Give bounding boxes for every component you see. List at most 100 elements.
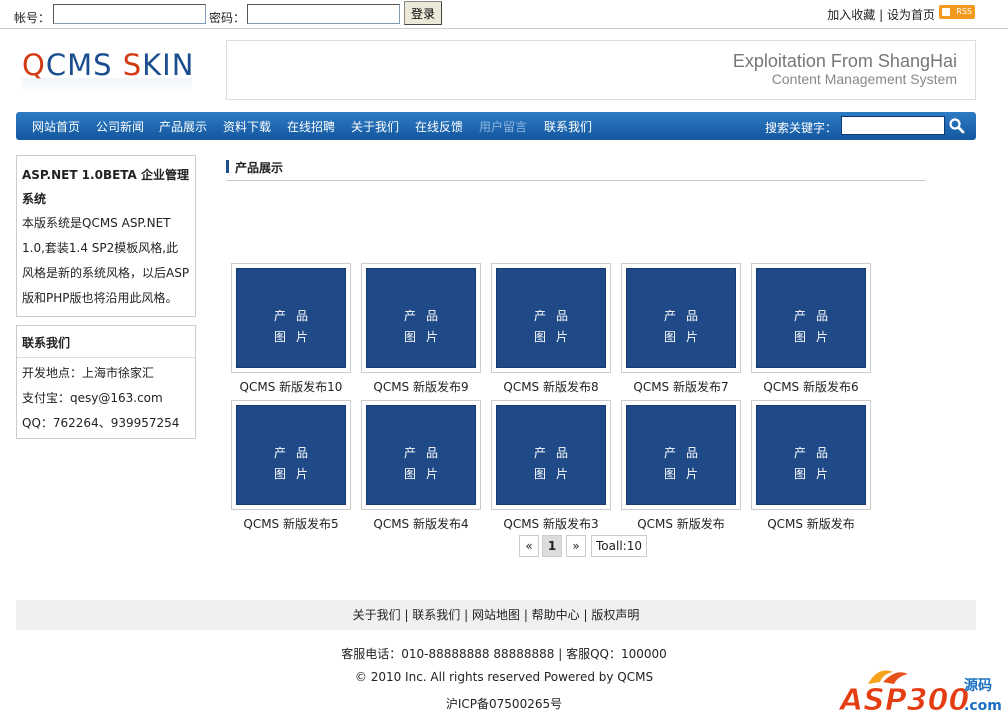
product-image-frame[interactable]: 产品 图片 [361,400,481,510]
product-name[interactable]: QCMS 新版发布6 [751,378,871,395]
product-image-text-1: 产品 [403,446,448,460]
product-image-text-2: 图片 [793,330,838,344]
top-login-bar: 帐号： 密码： 登录 加入收藏 | 设为首页 RSS [0,0,1008,29]
product-image[interactable]: 产品 图片 [626,268,736,368]
product-image-frame[interactable]: 产品 图片 [621,263,741,373]
pager-prev[interactable]: « [519,535,539,557]
product-image-text-1: 产品 [533,446,578,460]
product-image[interactable]: 产品 图片 [236,405,346,505]
logo-kin: KIN [142,48,195,82]
main-nav: 网站首页 公司新闻 产品展示 资料下载 在线招聘 关于我们 在线反馈 用户留言 … [16,112,976,140]
product-item[interactable]: 产品图片 QCMS 新版发布 [621,400,741,532]
product-image[interactable]: 产品 图片 [756,268,866,368]
nav-item-about[interactable]: 关于我们 [351,118,399,135]
banner-line-1: Exploitation From ShangHai [732,51,957,71]
svg-text:.com: .com [964,698,1002,714]
nav-item-products[interactable]: 产品展示 [159,118,207,135]
account-input[interactable] [53,4,206,24]
banner-line-2: Content Management System [771,71,957,87]
product-item[interactable]: 产品 图片 QCMS 新版发布4 [361,400,481,532]
product-image-text-1: 产品 [793,309,838,323]
product-image-frame[interactable]: 产品 图片 [231,263,351,373]
product-image-frame[interactable]: 产品 图片 [621,400,741,510]
intro-title: ASP.NET 1.0BETA 企业管理系统 [22,168,190,206]
product-name[interactable]: QCMS 新版发布9 [361,378,481,395]
product-item[interactable]: 产品 图片 QCMS 新版发布8 [491,263,611,395]
product-image[interactable]: 产品 图片 [756,405,866,505]
product-item[interactable]: 产品 图片 QCMS 新版发布 [751,400,871,532]
nav-item-feedback[interactable]: 在线反馈 [415,118,463,135]
product-image[interactable]: 产品 图片 [496,268,606,368]
title-marker [226,160,229,173]
intro-box: ASP.NET 1.0BETA 企业管理系统 本版系统是QCMS ASP.NET… [16,155,196,317]
product-name[interactable]: QCMS 新版发布 [621,515,741,532]
footer-link-about[interactable]: 关于我们 [353,608,401,622]
product-image-text-1: 产品 [273,309,318,323]
contact-alipay: 支付宝：qesy@163.com [22,391,163,405]
product-image-frame[interactable]: 产品 图片 [491,263,611,373]
product-image[interactable]: 产品 图片 [236,268,346,368]
nav-item-contact[interactable]: 联系我们 [544,118,592,135]
rss-icon[interactable]: RSS [939,5,975,19]
product-image-text-1: 产品 [663,309,708,323]
product-image-text-2: 图片 [273,330,318,344]
top-separator: | [879,8,884,22]
nav-item-news[interactable]: 公司新闻 [96,118,144,135]
footer-link-sitemap[interactable]: 网站地图 [472,608,520,622]
nav-item-downloads[interactable]: 资料下载 [223,118,271,135]
login-button[interactable]: 登录 [404,1,442,25]
product-image[interactable]: 产品 图片 [496,405,606,505]
product-image[interactable]: 产品 图片 [626,405,736,505]
search-icon[interactable] [948,117,966,135]
intro-text: 本版系统是QCMS ASP.NET 1.0,套装1.4 SP2模板风格,此风格是… [22,216,190,305]
product-item[interactable]: 产品图片 QCMS 新版发布10 [231,263,351,395]
product-image-text-2: 图片 [663,467,708,481]
product-name[interactable]: QCMS 新版发布8 [491,378,611,395]
footer-link-contact[interactable]: 联系我们 [412,608,460,622]
contact-address: 开发地点：上海市徐家汇 [22,366,155,380]
product-image-text-2: 图片 [403,330,448,344]
pager-next[interactable]: » [566,535,586,557]
site-logo[interactable]: QCMS SKIN [22,48,194,82]
product-name[interactable]: QCMS 新版发布 [751,515,871,532]
product-image[interactable]: 产品 图片 [366,405,476,505]
product-item[interactable]: 产品图片 QCMS 新版发布6 [751,263,871,395]
footer-link-copyright[interactable]: 版权声明 [591,608,639,622]
logo-reflection [22,78,192,92]
product-name[interactable]: QCMS 新版发布10 [231,378,351,395]
product-image-frame[interactable]: 产品 图片 [231,400,351,510]
nav-item-guestbook[interactable]: 用户留言 [479,118,527,135]
logo-q: Q [22,48,46,82]
product-image-frame[interactable]: 产品 图片 [361,263,481,373]
product-image-text-2: 图片 [663,330,708,344]
product-item[interactable]: 产品 图片 QCMS 新版发布5 [231,400,351,532]
product-name[interactable]: QCMS 新版发布7 [621,378,741,395]
product-item[interactable]: 产品 图片 QCMS 新版发布3 [491,400,611,532]
footer-link-help[interactable]: 帮助中心 [532,608,580,622]
product-image-text-1: 产品 [273,446,318,460]
product-image-frame[interactable]: 产品 图片 [751,263,871,373]
product-image-text-1: 产品 [533,309,578,323]
product-image-text-1: 产品 [663,446,708,460]
section-title: 产品展示 [226,158,926,181]
product-item[interactable]: 产品 图片 QCMS 新版发布9 [361,263,481,395]
product-image-frame[interactable]: 产品 图片 [751,400,871,510]
search-input[interactable] [841,116,945,135]
product-image-text-1: 产品 [793,446,838,460]
password-input[interactable] [247,4,400,24]
nav-item-home[interactable]: 网站首页 [32,118,80,135]
nav-item-jobs[interactable]: 在线招聘 [287,118,335,135]
pager-current[interactable]: 1 [542,535,562,557]
product-name[interactable]: QCMS 新版发布3 [491,515,611,532]
pager-total: Toall:10 [591,535,647,557]
account-label: 帐号： [14,11,51,25]
set-home-link[interactable]: 设为首页 [887,8,935,22]
product-image[interactable]: 产品 图片 [366,268,476,368]
product-image-frame[interactable]: 产品 图片 [491,400,611,510]
add-favorite-link[interactable]: 加入收藏 [827,8,875,22]
asp300-watermark-logo: ASP300 源码 .com [838,670,1002,715]
product-item[interactable]: 产品图片 QCMS 新版发布7 [621,263,741,395]
product-name[interactable]: QCMS 新版发布5 [231,515,351,532]
product-name[interactable]: QCMS 新版发布4 [361,515,481,532]
contact-box: 联系我们 开发地点：上海市徐家汇 支付宝：qesy@163.com QQ：762… [16,325,196,439]
